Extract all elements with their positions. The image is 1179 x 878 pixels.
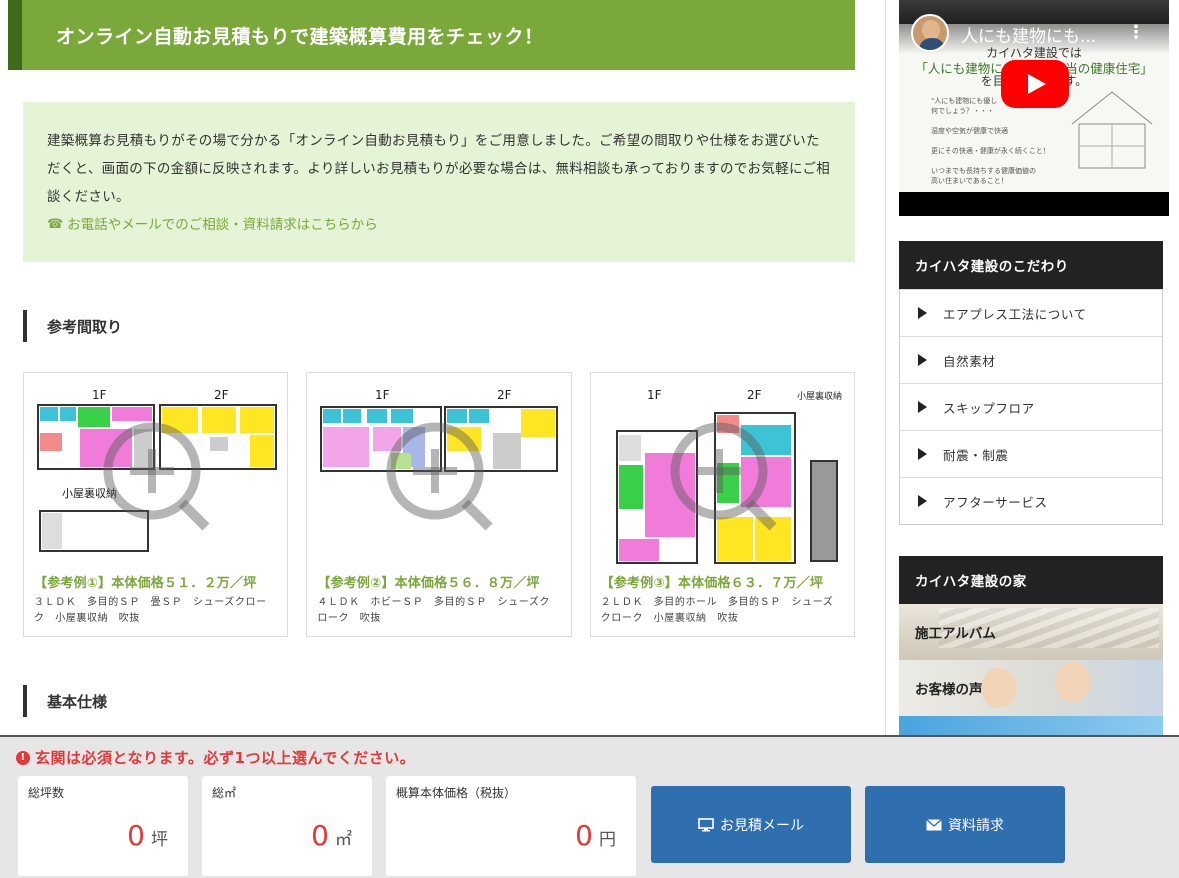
floor-plan-image: 1F 2F 小屋裏収納	[615, 388, 842, 564]
plan-description: ３ＬＤＫ 多目的ＳＰ 畳ＳＰ シューズクローク 小屋裏収納 吹抜	[34, 597, 267, 624]
plan-floor2-label: 2F	[747, 388, 762, 402]
plan-floor2-label: 2F	[214, 388, 229, 402]
sidebar-heading: カイハタ建設の家	[899, 556, 1163, 604]
request-brochure-button[interactable]: 資料請求	[865, 786, 1065, 863]
validation-alert: ! 玄関は必須となります。必ず1つ以上選んでください。	[16, 747, 415, 768]
plan-floor1-label: 1F	[375, 388, 390, 402]
phone-icon: ☎	[47, 217, 64, 232]
plan-description: ４ＬＤＫ ホビーＳＰ 多目的ＳＰ シューズクローク 吹抜	[317, 597, 551, 624]
sidebar-item-seismic[interactable]: 耐震・制震	[900, 430, 1162, 477]
plan-floor1-label: 1F	[92, 388, 107, 402]
house-sketch	[1071, 91, 1153, 169]
banner-photo	[981, 668, 1017, 708]
channel-avatar[interactable]	[911, 14, 949, 52]
video-small-text: "人にも建物にも優し 何でしょう？・・・ 湿度や空気が健康で快適 更にその快適・健…	[931, 97, 1050, 185]
plan-card-3[interactable]: 1F 2F 小屋裏収納 【参考例③】本体価格６３．７万／坪 ２ＬＤＫ 多目的ホー…	[589, 372, 855, 637]
estimated-price-field: 概算本体価格（税抜） 0円	[386, 776, 636, 876]
sidebar-heading: カイハタ建設のこだわり	[899, 241, 1163, 289]
intro-text: 建築概算お見積もりがその場で分かる「オンライン自動お見積もり」をご用意しました。…	[47, 133, 831, 205]
plan-floor1-label: 1F	[647, 388, 662, 402]
voice-banner[interactable]: お客様の声	[899, 660, 1163, 716]
total-tsubo-field: 総坪数 0坪	[18, 776, 188, 876]
sidebar-item-skipfloor[interactable]: スキップフロア	[900, 383, 1162, 430]
sidebar-menu: エアプレス工法について 自然素材 スキップフロア 耐震・制震 アフターサービス	[899, 289, 1163, 525]
banner-photo	[1055, 662, 1091, 702]
hero-banner: オンライン自動お見積もりで建築概算費用をチェック！	[8, 0, 855, 70]
plan-title: 【参考例③】本体価格６３．７万／坪	[600, 576, 824, 591]
total-sqm-value: 0	[311, 819, 329, 852]
intro-box: 建築概算お見積もりがその場で分かる「オンライン自動お見積もり」をご用意しました。…	[23, 102, 855, 262]
monitor-icon	[698, 817, 714, 831]
floor-plan-image: 1F 2F	[320, 388, 559, 531]
section-heading-plans: 参考間取り	[23, 310, 855, 342]
triangle-right-icon	[918, 448, 927, 460]
alert-text: 玄関は必須となります。必ず1つ以上選んでください。	[35, 749, 416, 767]
sidebar-item-natural[interactable]: 自然素材	[900, 336, 1162, 383]
more-options-icon[interactable]: ⋮	[1127, 22, 1145, 43]
total-sqm-field: 総㎡ 0 ㎡	[202, 776, 372, 876]
sidebar-item-airpress[interactable]: エアプレス工法について	[900, 289, 1162, 336]
sidebar-commitment: カイハタ建設のこだわり エアプレス工法について 自然素材 スキップフロア 耐震・…	[899, 241, 1163, 525]
video-title[interactable]: 人にも建物にも...	[961, 22, 1096, 47]
plan-cards: 1F 2F 小屋裏収納 【参考例①】本体価格５１．２万／坪 ３ＬＤＫ 多目的ＳＰ…	[23, 372, 855, 637]
plan-card-2[interactable]: 1F 2F 【参考例②】本体価格５６．８万／坪 ４ＬＤＫ ホビーＳＰ 多目的ＳＰ…	[306, 372, 572, 637]
triangle-right-icon	[918, 401, 927, 413]
triangle-right-icon	[918, 307, 927, 319]
plan-title: 【参考例①】本体価格５１．２万／坪	[34, 576, 257, 591]
section-heading-spec: 基本仕様	[23, 685, 855, 717]
plan-floor2-label: 2F	[497, 388, 512, 402]
sidebar-houses: カイハタ建設の家 施工アルバム お客様の声	[899, 556, 1163, 746]
total-tsubo-value: 0	[127, 819, 145, 852]
contact-link-label: お電話やメールでのご相談・資料請求はこちらから	[67, 217, 378, 233]
play-icon[interactable]	[1001, 60, 1069, 108]
album-banner[interactable]: 施工アルバム	[899, 604, 1163, 660]
estimate-mail-button[interactable]: お見積メール	[651, 786, 851, 863]
floor-plan-image: 1F 2F 小屋裏収納	[37, 388, 277, 552]
triangle-right-icon	[918, 495, 927, 507]
plan-extra-label: 小屋裏収納	[797, 390, 842, 402]
contact-link[interactable]: ☎ お電話やメールでのご相談・資料請求はこちらから	[47, 211, 831, 239]
sidebar-item-aftercare[interactable]: アフターサービス	[900, 477, 1162, 524]
exclamation-icon: !	[16, 750, 30, 765]
youtube-video-embed[interactable]: カイハタ建設では 「人にも建物にも優しい本当の健康住宅」 を目指しています。 "…	[899, 0, 1169, 216]
triangle-right-icon	[918, 354, 927, 366]
estimated-price-value: 0	[575, 819, 593, 852]
estimate-bar: ! 玄関は必須となります。必ず1つ以上選んでください。 総坪数 0坪 総㎡ 0 ㎡…	[0, 735, 1179, 878]
envelope-icon	[926, 818, 942, 830]
plan-description: ２ＬＤＫ 多目的ホール 多目的ＳＰ シューズクローク 小屋裏収納 吹抜	[600, 597, 834, 624]
plan-card-1[interactable]: 1F 2F 小屋裏収納 【参考例①】本体価格５１．２万／坪 ３ＬＤＫ 多目的ＳＰ…	[23, 372, 289, 637]
plan-title: 【参考例②】本体価格５６．８万／坪	[317, 576, 540, 591]
page-title: オンライン自動お見積もりで建築概算費用をチェック！	[56, 25, 544, 48]
